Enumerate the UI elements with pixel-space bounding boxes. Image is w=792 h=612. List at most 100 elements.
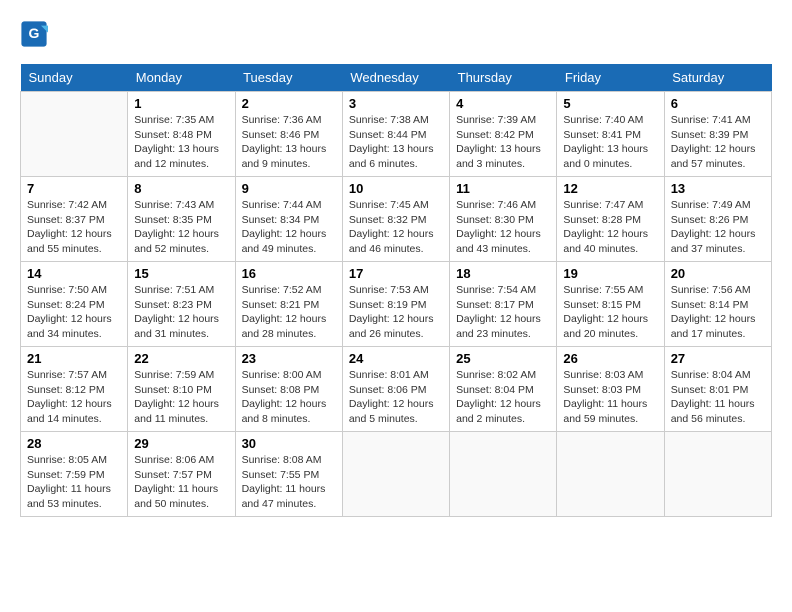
- cell-info: Sunrise: 8:00 AM Sunset: 8:08 PM Dayligh…: [242, 368, 336, 427]
- day-number: 12: [563, 181, 657, 196]
- cell-info: Sunrise: 7:35 AM Sunset: 8:48 PM Dayligh…: [134, 113, 228, 172]
- day-number: 4: [456, 96, 550, 111]
- cell-info: Sunrise: 7:42 AM Sunset: 8:37 PM Dayligh…: [27, 198, 121, 257]
- day-number: 26: [563, 351, 657, 366]
- cell-info: Sunrise: 7:54 AM Sunset: 8:17 PM Dayligh…: [456, 283, 550, 342]
- weekday-header: Thursday: [450, 64, 557, 92]
- logo-icon: G: [20, 20, 48, 48]
- calendar-cell: 17 Sunrise: 7:53 AM Sunset: 8:19 PM Dayli…: [342, 262, 449, 347]
- cell-info: Sunrise: 7:45 AM Sunset: 8:32 PM Dayligh…: [349, 198, 443, 257]
- weekday-header: Friday: [557, 64, 664, 92]
- day-number: 23: [242, 351, 336, 366]
- cell-info: Sunrise: 7:47 AM Sunset: 8:28 PM Dayligh…: [563, 198, 657, 257]
- cell-info: Sunrise: 8:03 AM Sunset: 8:03 PM Dayligh…: [563, 368, 657, 427]
- cell-info: Sunrise: 8:06 AM Sunset: 7:57 PM Dayligh…: [134, 453, 228, 512]
- cell-info: Sunrise: 7:59 AM Sunset: 8:10 PM Dayligh…: [134, 368, 228, 427]
- page-header: G: [20, 20, 772, 48]
- cell-info: Sunrise: 7:49 AM Sunset: 8:26 PM Dayligh…: [671, 198, 765, 257]
- calendar-cell: 24Sunrise: 8:01 AM Sunset: 8:06 PM Dayli…: [342, 347, 449, 432]
- cell-info: Sunrise: 8:02 AM Sunset: 8:04 PM Dayligh…: [456, 368, 550, 427]
- day-number: 5: [563, 96, 657, 111]
- day-number: 8: [134, 181, 228, 196]
- day-number: 28: [27, 436, 121, 451]
- cell-info: Sunrise: 7:39 AM Sunset: 8:42 PM Dayligh…: [456, 113, 550, 172]
- day-number: 30: [242, 436, 336, 451]
- calendar-week-row: 21 Sunrise: 7:57 AM Sunset: 8:12 PM Dayli…: [21, 347, 772, 432]
- calendar-cell: 19 Sunrise: 7:55 AM Sunset: 8:15 PM Dayli…: [557, 262, 664, 347]
- cell-info: Sunrise: 7:38 AM Sunset: 8:44 PM Dayligh…: [349, 113, 443, 172]
- day-number: 11: [456, 181, 550, 196]
- weekday-header: Wednesday: [342, 64, 449, 92]
- day-number: 17: [349, 266, 443, 281]
- calendar-cell: 30 Sunrise: 8:08 AM Sunset: 7:55 PM Dayli…: [235, 432, 342, 517]
- calendar-cell: 3 Sunrise: 7:38 AM Sunset: 8:44 PM Daylig…: [342, 92, 449, 177]
- calendar-cell: 5Sunrise: 7:40 AM Sunset: 8:41 PM Daylig…: [557, 92, 664, 177]
- calendar-cell: 13 Sunrise: 7:49 AM Sunset: 8:26 PM Dayli…: [664, 177, 771, 262]
- cell-info: Sunrise: 7:43 AM Sunset: 8:35 PM Dayligh…: [134, 198, 228, 257]
- day-number: 13: [671, 181, 765, 196]
- calendar-cell: [557, 432, 664, 517]
- calendar-cell: 29 Sunrise: 8:06 AM Sunset: 7:57 PM Dayli…: [128, 432, 235, 517]
- calendar-cell: 11 Sunrise: 7:46 AM Sunset: 8:30 PM Dayli…: [450, 177, 557, 262]
- calendar-cell: 8 Sunrise: 7:43 AM Sunset: 8:35 PM Daylig…: [128, 177, 235, 262]
- day-number: 20: [671, 266, 765, 281]
- calendar-cell: 25 Sunrise: 8:02 AM Sunset: 8:04 PM Dayli…: [450, 347, 557, 432]
- calendar-cell: 9Sunrise: 7:44 AM Sunset: 8:34 PM Daylig…: [235, 177, 342, 262]
- day-number: 2: [242, 96, 336, 111]
- calendar-cell: 1 Sunrise: 7:35 AM Sunset: 8:48 PM Daylig…: [128, 92, 235, 177]
- cell-info: Sunrise: 8:04 AM Sunset: 8:01 PM Dayligh…: [671, 368, 765, 427]
- cell-info: Sunrise: 7:52 AM Sunset: 8:21 PM Dayligh…: [242, 283, 336, 342]
- weekday-header: Sunday: [21, 64, 128, 92]
- day-number: 22: [134, 351, 228, 366]
- day-number: 3: [349, 96, 443, 111]
- calendar-cell: 28 Sunrise: 8:05 AM Sunset: 7:59 PM Dayli…: [21, 432, 128, 517]
- cell-info: Sunrise: 7:41 AM Sunset: 8:39 PM Dayligh…: [671, 113, 765, 172]
- cell-info: Sunrise: 7:51 AM Sunset: 8:23 PM Dayligh…: [134, 283, 228, 342]
- cell-info: Sunrise: 8:08 AM Sunset: 7:55 PM Dayligh…: [242, 453, 336, 512]
- calendar-cell: 2Sunrise: 7:36 AM Sunset: 8:46 PM Daylig…: [235, 92, 342, 177]
- calendar-cell: 20 Sunrise: 7:56 AM Sunset: 8:14 PM Dayli…: [664, 262, 771, 347]
- cell-info: Sunrise: 8:05 AM Sunset: 7:59 PM Dayligh…: [27, 453, 121, 512]
- calendar-cell: 26 Sunrise: 8:03 AM Sunset: 8:03 PM Dayli…: [557, 347, 664, 432]
- calendar-cell: 22 Sunrise: 7:59 AM Sunset: 8:10 PM Dayli…: [128, 347, 235, 432]
- day-number: 19: [563, 266, 657, 281]
- calendar-cell: 12 Sunrise: 7:47 AM Sunset: 8:28 PM Dayli…: [557, 177, 664, 262]
- weekday-row: SundayMondayTuesdayWednesdayThursdayFrid…: [21, 64, 772, 92]
- cell-info: Sunrise: 7:56 AM Sunset: 8:14 PM Dayligh…: [671, 283, 765, 342]
- day-number: 27: [671, 351, 765, 366]
- svg-text:G: G: [29, 25, 40, 41]
- day-number: 1: [134, 96, 228, 111]
- day-number: 21: [27, 351, 121, 366]
- day-number: 10: [349, 181, 443, 196]
- calendar-week-row: 1 Sunrise: 7:35 AM Sunset: 8:48 PM Daylig…: [21, 92, 772, 177]
- day-number: 9: [242, 181, 336, 196]
- calendar-cell: 21 Sunrise: 7:57 AM Sunset: 8:12 PM Dayli…: [21, 347, 128, 432]
- logo: G: [20, 20, 50, 48]
- calendar-cell: [450, 432, 557, 517]
- calendar-cell: 23 Sunrise: 8:00 AM Sunset: 8:08 PM Dayli…: [235, 347, 342, 432]
- cell-info: Sunrise: 7:53 AM Sunset: 8:19 PM Dayligh…: [349, 283, 443, 342]
- calendar-week-row: 28 Sunrise: 8:05 AM Sunset: 7:59 PM Dayli…: [21, 432, 772, 517]
- calendar-cell: 7Sunrise: 7:42 AM Sunset: 8:37 PM Daylig…: [21, 177, 128, 262]
- calendar-cell: 6 Sunrise: 7:41 AM Sunset: 8:39 PM Daylig…: [664, 92, 771, 177]
- calendar-cell: [664, 432, 771, 517]
- cell-info: Sunrise: 7:46 AM Sunset: 8:30 PM Dayligh…: [456, 198, 550, 257]
- day-number: 6: [671, 96, 765, 111]
- day-number: 29: [134, 436, 228, 451]
- day-number: 24: [349, 351, 443, 366]
- weekday-header: Monday: [128, 64, 235, 92]
- calendar-cell: 4 Sunrise: 7:39 AM Sunset: 8:42 PM Daylig…: [450, 92, 557, 177]
- weekday-header: Tuesday: [235, 64, 342, 92]
- day-number: 18: [456, 266, 550, 281]
- day-number: 15: [134, 266, 228, 281]
- calendar-cell: 10 Sunrise: 7:45 AM Sunset: 8:32 PM Dayli…: [342, 177, 449, 262]
- calendar-table: SundayMondayTuesdayWednesdayThursdayFrid…: [20, 64, 772, 517]
- calendar-body: 1 Sunrise: 7:35 AM Sunset: 8:48 PM Daylig…: [21, 92, 772, 517]
- calendar-cell: 16Sunrise: 7:52 AM Sunset: 8:21 PM Dayli…: [235, 262, 342, 347]
- weekday-header: Saturday: [664, 64, 771, 92]
- day-number: 25: [456, 351, 550, 366]
- cell-info: Sunrise: 7:57 AM Sunset: 8:12 PM Dayligh…: [27, 368, 121, 427]
- calendar-cell: 27 Sunrise: 8:04 AM Sunset: 8:01 PM Dayli…: [664, 347, 771, 432]
- cell-info: Sunrise: 7:50 AM Sunset: 8:24 PM Dayligh…: [27, 283, 121, 342]
- cell-info: Sunrise: 7:55 AM Sunset: 8:15 PM Dayligh…: [563, 283, 657, 342]
